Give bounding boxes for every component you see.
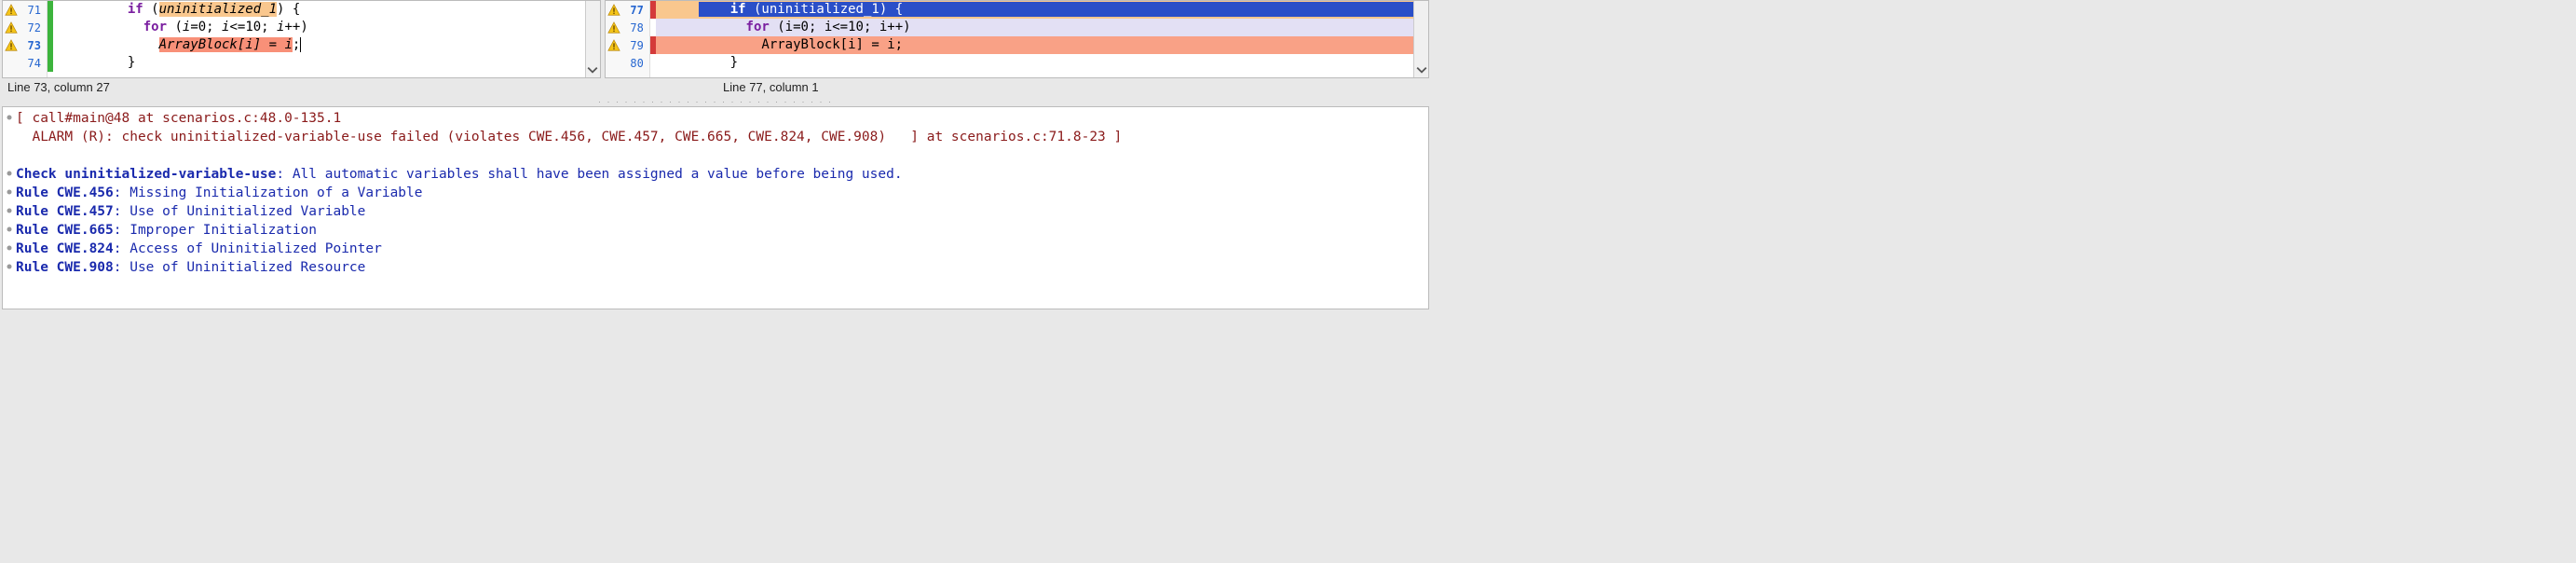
- breakpoint-icon: [5, 113, 14, 122]
- gutter-line: 80: [606, 54, 649, 72]
- message-line: ALARM (R): check uninitialized-variable-…: [7, 128, 1424, 146]
- diff-panes: 71 72 73 74 if (uninitialized_1) { for (i=0…: [0, 0, 1431, 78]
- status-bar: Line 73, column 27 Line 77, column 1: [0, 78, 1431, 97]
- warning-icon: [5, 39, 18, 52]
- left-status: Line 73, column 27: [0, 78, 716, 97]
- gutter-line: 74: [3, 54, 47, 72]
- gutter-line: 78: [606, 19, 649, 36]
- line-number: 77: [630, 4, 643, 17]
- gutter-line: 73: [3, 36, 47, 54]
- message-line: Rule CWE.456: Missing Initialization of …: [7, 184, 1424, 202]
- code-line[interactable]: ArrayBlock[i] = i;: [53, 36, 585, 54]
- gutter-line: 72: [3, 19, 47, 36]
- line-number: 74: [28, 57, 41, 70]
- message-line: Rule CWE.457: Use of Uninitialized Varia…: [7, 202, 1424, 221]
- code-line[interactable]: }: [656, 54, 1413, 72]
- warning-icon: [607, 21, 620, 34]
- warning-icon: [607, 4, 620, 17]
- code-line[interactable]: if (uninitialized_1) {: [656, 1, 1413, 19]
- chevron-down-icon[interactable]: [1416, 64, 1427, 76]
- left-pane: 71 72 73 74 if (uninitialized_1) { for (i=0…: [2, 0, 601, 78]
- left-code[interactable]: if (uninitialized_1) { for (i=0; i<=10; …: [53, 1, 585, 77]
- right-pane: 77 78 79 80 if (uninitialized_1) { for (i=0…: [605, 0, 1429, 78]
- right-code[interactable]: if (uninitialized_1) { for (i=0; i<=10; …: [656, 1, 1413, 77]
- breakpoint-icon: [5, 169, 14, 178]
- breakpoint-icon: [5, 187, 14, 197]
- message-line: Rule CWE.824: Access of Uninitialized Po…: [7, 240, 1424, 258]
- gutter-line: 71: [3, 1, 47, 19]
- gutter-line: 79: [606, 36, 649, 54]
- right-code-area[interactable]: 77 78 79 80 if (uninitialized_1) { for (i=0…: [606, 1, 1428, 77]
- left-code-area[interactable]: 71 72 73 74 if (uninitialized_1) { for (i=0…: [3, 1, 600, 77]
- line-number: 73: [28, 39, 41, 52]
- right-gutter: 77 78 79 80: [606, 1, 650, 77]
- message-line: Rule CWE.908: Use of Uninitialized Resou…: [7, 258, 1424, 277]
- warning-icon: [5, 21, 18, 34]
- line-number: 71: [28, 4, 41, 17]
- code-line[interactable]: if (uninitialized_1) {: [53, 1, 585, 19]
- gutter-line: 77: [606, 1, 649, 19]
- line-number: 80: [630, 57, 643, 70]
- breakpoint-icon: [5, 243, 14, 253]
- message-line: [ call#main@48 at scenarios.c:48.0-135.1: [7, 109, 1424, 128]
- line-number: 79: [630, 39, 643, 52]
- right-status: Line 77, column 1: [716, 78, 1431, 97]
- code-line[interactable]: for (i=0; i<=10; i++): [53, 19, 585, 36]
- breakpoint-icon: [5, 262, 14, 271]
- line-number: 78: [630, 21, 643, 34]
- scrollbar-vertical[interactable]: [585, 1, 600, 77]
- line-number: 72: [28, 21, 41, 34]
- code-line[interactable]: ArrayBlock[i] = i;: [656, 36, 1413, 54]
- warning-icon: [607, 39, 620, 52]
- message-line: Rule CWE.665: Improper Initialization: [7, 221, 1424, 240]
- message-line: Check uninitialized-variable-use: All au…: [7, 165, 1424, 184]
- left-gutter: 71 72 73 74: [3, 1, 48, 77]
- message-line: [7, 146, 1424, 165]
- message-panel[interactable]: [ call#main@48 at scenarios.c:48.0-135.1…: [2, 106, 1429, 309]
- chevron-down-icon[interactable]: [587, 64, 598, 76]
- code-line[interactable]: for (i=0; i<=10; i++): [656, 19, 1413, 36]
- code-line[interactable]: }: [53, 54, 585, 72]
- breakpoint-icon: [5, 206, 14, 215]
- scrollbar-vertical[interactable]: [1413, 1, 1428, 77]
- breakpoint-icon: [5, 225, 14, 234]
- horizontal-splitter[interactable]: · · · · · · · · · · · · · · · · · · · · …: [0, 97, 1431, 106]
- warning-icon: [5, 4, 18, 17]
